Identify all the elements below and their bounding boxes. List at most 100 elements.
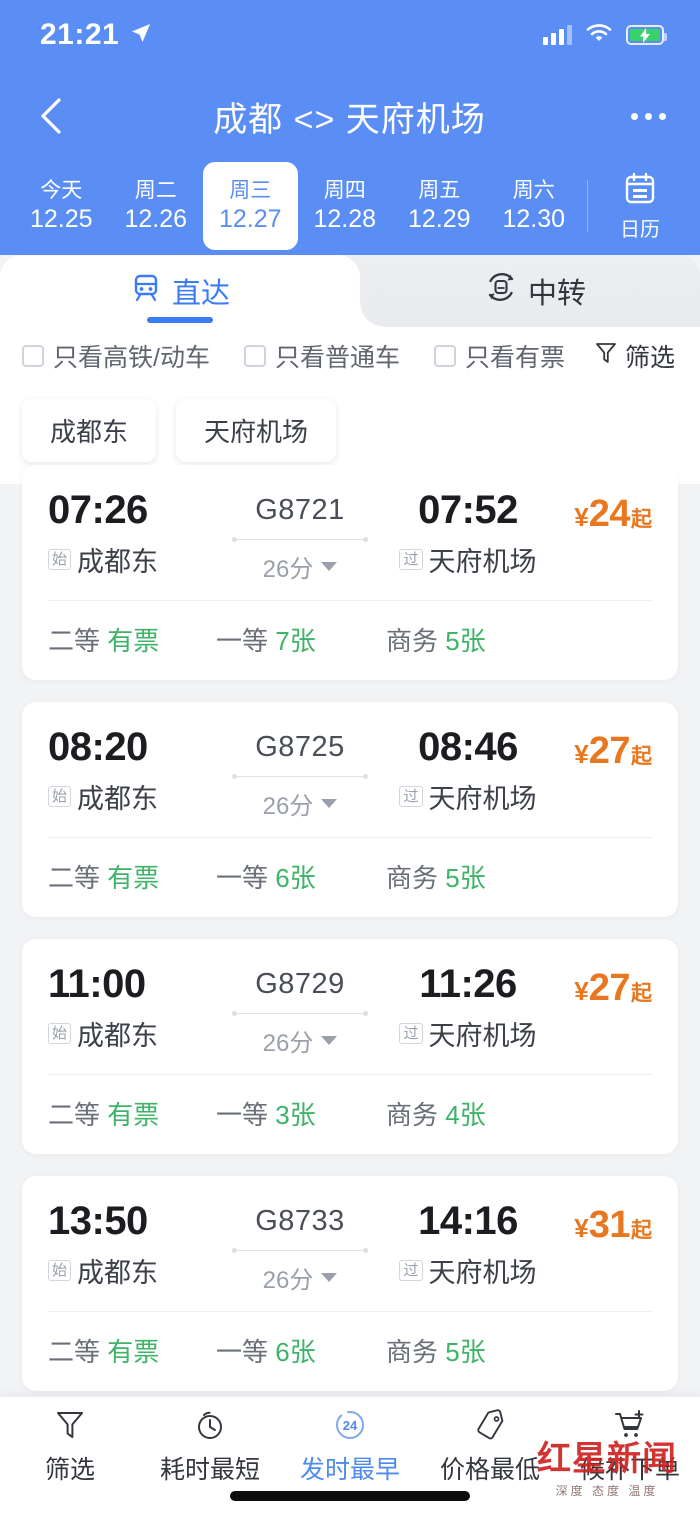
checkbox-highspeed[interactable]: 只看高铁/动车	[22, 338, 210, 374]
arrival-time: 14:16	[418, 1199, 518, 1243]
checkbox-normal-train[interactable]: 只看普通车	[243, 338, 400, 374]
arrival-station-row: 过 天府机场	[384, 540, 552, 579]
seat-count: 3张	[275, 1100, 316, 1130]
duration-row[interactable]: 26分	[263, 1260, 338, 1295]
station-chip-arrival[interactable]: 天府机场	[176, 399, 337, 462]
chevron-down-icon[interactable]	[321, 562, 338, 571]
train-card[interactable]: 13:50 始 成都东 G8733 26分 14:16 过 天府机场 ¥ 31 …	[22, 1176, 678, 1391]
bottom-nav-lowest-price[interactable]: 价格最低	[420, 1407, 560, 1486]
train-card[interactable]: 11:00 始 成都东 G8729 26分 11:26 过 天府机场 ¥ 27 …	[22, 939, 678, 1154]
price-block[interactable]: ¥ 24 起	[552, 487, 652, 536]
train-list[interactable]: 07:26 始 成都东 G8721 26分 07:52 过 天府机场 ¥ 24 …	[0, 465, 700, 1515]
station-chip-departure[interactable]: 成都东	[22, 399, 157, 462]
arrival-station: 天府机场	[428, 1258, 537, 1288]
route-line	[232, 1248, 368, 1253]
seat-class-name: 一等	[216, 1337, 269, 1367]
departure-station-row: 始 成都东	[48, 1014, 216, 1053]
calendar-button[interactable]: 日历	[594, 162, 686, 250]
chevron-down-icon[interactable]	[321, 1036, 338, 1045]
checkbox-has-ticket[interactable]: 只看有票	[433, 338, 565, 374]
checkbox-box-icon[interactable]	[22, 345, 44, 367]
currency-symbol: ¥	[574, 502, 589, 532]
checkbox-box-icon[interactable]	[433, 345, 456, 367]
filter-button[interactable]: 筛选	[595, 338, 675, 374]
departure-station: 成都东	[77, 1258, 159, 1288]
duration-row[interactable]: 26分	[263, 1023, 338, 1058]
date-item-1[interactable]: 周二 12.26	[109, 162, 204, 250]
train-card-top: 08:20 始 成都东 G8725 26分 08:46 过 天府机场 ¥ 27 …	[22, 702, 678, 837]
seat-class-name: 商务	[386, 626, 439, 656]
train-number: G8725	[255, 731, 345, 763]
departure-block: 07:26 始 成都东	[48, 487, 216, 579]
train-card[interactable]: 07:26 始 成都东 G8721 26分 07:52 过 天府机场 ¥ 24 …	[22, 465, 678, 680]
tab-transfer[interactable]: 中转	[370, 255, 700, 327]
train-card[interactable]: 08:20 始 成都东 G8725 26分 08:46 过 天府机场 ¥ 27 …	[22, 702, 678, 917]
seat-class-first[interactable]: 一等 7张	[216, 621, 386, 658]
chevron-down-icon[interactable]	[321, 1273, 338, 1282]
home-indicator[interactable]	[230, 1491, 470, 1501]
price-suffix: 起	[631, 508, 652, 531]
date-item-0[interactable]: 今天 12.25	[14, 162, 109, 250]
duration-row[interactable]: 26分	[263, 549, 338, 584]
train-number: G8721	[255, 494, 345, 526]
seat-class-business[interactable]: 商务 5张	[386, 1332, 486, 1369]
seat-class-business[interactable]: 商务 5张	[386, 858, 486, 895]
seat-class-business[interactable]: 商务 5张	[386, 621, 486, 658]
bottom-nav-label: 价格最低	[439, 1456, 540, 1484]
route-line	[232, 774, 368, 779]
departure-time: 08:20	[48, 725, 148, 769]
arrival-station-row: 过 天府机场	[384, 1251, 552, 1290]
seat-class-first[interactable]: 一等 6张	[216, 1332, 386, 1369]
duration-text: 26分	[262, 1030, 314, 1057]
seat-count: 5张	[445, 1337, 486, 1367]
seat-class-second[interactable]: 二等 有票	[48, 1095, 216, 1132]
bottom-nav-label: 筛选	[44, 1456, 95, 1484]
pass-badge: 过	[399, 1023, 423, 1044]
bottom-nav-filter[interactable]: 筛选	[0, 1407, 140, 1486]
date-dow: 周二	[134, 178, 177, 202]
status-bar: 21:21	[0, 0, 700, 70]
app-header: 21:21 成都 <> 天府机场 今天 12.25 周二 12.26 周三 12…	[0, 0, 700, 272]
date-item-3[interactable]: 周四 12.28	[298, 162, 393, 250]
battery-charging-icon	[626, 25, 667, 45]
seat-class-first[interactable]: 一等 3张	[216, 1095, 386, 1132]
checkbox-label: 只看高铁/动车	[53, 344, 210, 372]
bottom-nav-shortest-duration[interactable]: 耗时最短	[140, 1407, 280, 1486]
currency-symbol: ¥	[574, 976, 589, 1006]
seat-class-second[interactable]: 二等 有票	[48, 858, 216, 895]
tab-direct-label: 直达	[171, 278, 230, 310]
seat-count: 4张	[445, 1100, 486, 1130]
chevron-down-icon[interactable]	[321, 799, 338, 808]
departure-station: 成都东	[77, 784, 159, 814]
calendar-label: 日历	[620, 218, 660, 241]
date-item-2-selected[interactable]: 周三 12.27	[203, 162, 298, 250]
date-item-4[interactable]: 周五 12.29	[392, 162, 487, 250]
price-block[interactable]: ¥ 27 起	[552, 724, 652, 773]
train-front-icon	[130, 271, 162, 311]
departure-station: 成都东	[77, 547, 159, 577]
date-item-5[interactable]: 周六 12.30	[487, 162, 582, 250]
seat-class-name: 二等	[48, 863, 101, 893]
nav-bar: 成都 <> 天府机场	[0, 70, 700, 162]
arrival-station: 天府机场	[428, 1021, 537, 1051]
seat-class-first[interactable]: 一等 6张	[216, 858, 386, 895]
more-dots-icon[interactable]	[630, 112, 666, 120]
duration-row[interactable]: 26分	[263, 786, 338, 821]
seat-count: 有票	[107, 626, 160, 656]
clock-24-icon: 24	[333, 1407, 367, 1443]
bottom-nav-earliest-departure[interactable]: 24 发时最早	[280, 1407, 420, 1486]
seat-class-second[interactable]: 二等 有票	[48, 621, 216, 658]
departure-station-row: 始 成都东	[48, 777, 216, 816]
arrival-station: 天府机场	[428, 784, 537, 814]
seat-count: 6张	[275, 863, 316, 893]
origin-badge: 始	[48, 786, 72, 807]
checkbox-box-icon[interactable]	[243, 345, 266, 367]
currency-symbol: ¥	[574, 739, 589, 769]
bottom-nav-waitlist-order[interactable]: 候补下单	[560, 1407, 700, 1486]
seat-class-business[interactable]: 商务 4张	[386, 1095, 486, 1132]
seat-class-second[interactable]: 二等 有票	[48, 1332, 216, 1369]
price-block[interactable]: ¥ 31 起	[552, 1198, 652, 1247]
results-sheet: 中转 直达 只看高铁/动车 只看普通车 只看有票 筛选 成都东 天府机场 07:…	[0, 255, 700, 1515]
back-button[interactable]	[34, 98, 68, 134]
price-block[interactable]: ¥ 27 起	[552, 961, 652, 1010]
